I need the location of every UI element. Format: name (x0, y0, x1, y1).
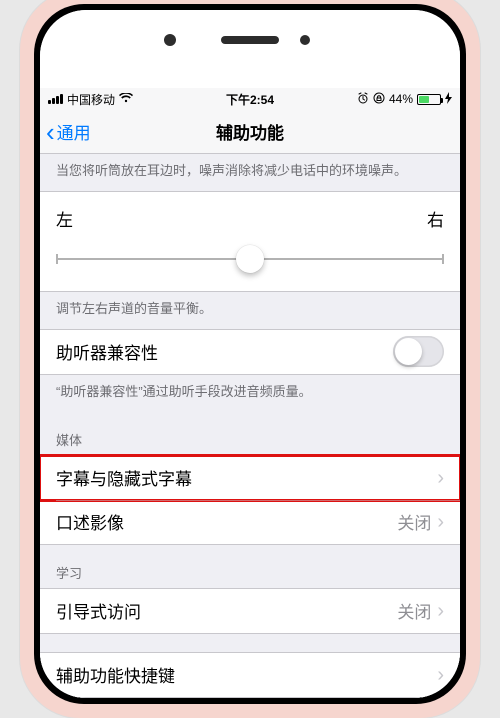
noise-cancel-footer: 当您将听筒放在耳边时，噪声消除将减少电话中的环境噪声。 (40, 154, 460, 191)
chevron-right-icon: › (437, 468, 444, 488)
audio-description-value: 关闭 (397, 509, 431, 534)
alarm-icon (357, 92, 369, 107)
accessibility-shortcut-label: 辅助功能快捷键 (56, 662, 437, 687)
rotation-lock-icon (373, 92, 385, 107)
media-header: 媒体 (40, 412, 460, 455)
hearing-aid-footer: “助听器兼容性”通过助听手段改进音频质量。 (40, 375, 460, 412)
learning-header: 学习 (40, 545, 460, 588)
hearing-aid-label: 助听器兼容性 (56, 339, 393, 364)
earpiece-speaker (221, 36, 279, 44)
accessibility-shortcut-cell[interactable]: 辅助功能快捷键 › (40, 653, 460, 697)
chevron-right-icon: › (437, 665, 444, 685)
back-label: 通用 (57, 119, 91, 144)
charging-icon (445, 92, 452, 107)
phone-top-bezel (40, 10, 460, 88)
subtitles-label: 字幕与隐藏式字幕 (56, 465, 437, 490)
chevron-right-icon: › (437, 512, 444, 532)
chevron-right-icon: › (437, 601, 444, 621)
balance-right-label: 右 (427, 206, 444, 231)
subtitles-cell[interactable]: 字幕与隐藏式字幕 › (40, 456, 460, 500)
wifi-icon (119, 92, 133, 106)
balance-slider[interactable] (56, 245, 444, 273)
phone-frame: 中国移动 下午2:54 44% (20, 0, 480, 718)
hearing-aid-cell[interactable]: 助听器兼容性 (40, 330, 460, 374)
guided-access-label: 引导式访问 (56, 598, 397, 623)
chevron-left-icon: ‹ (46, 121, 55, 143)
screen: 中国移动 下午2:54 44% (40, 88, 460, 698)
proximity-sensor (300, 35, 310, 45)
nav-bar: ‹ 通用 辅助功能 (40, 110, 460, 154)
phone-bezel: 中国移动 下午2:54 44% (34, 4, 466, 704)
audio-description-cell[interactable]: 口述影像 关闭 › (40, 500, 460, 544)
signal-icon (48, 94, 63, 104)
page-title: 辅助功能 (40, 119, 460, 144)
guided-access-cell[interactable]: 引导式访问 关闭 › (40, 589, 460, 633)
status-time: 下午2:54 (183, 91, 318, 108)
slider-thumb[interactable] (236, 245, 264, 273)
battery-icon (417, 94, 441, 105)
audio-description-label: 口述影像 (56, 509, 397, 534)
status-bar: 中国移动 下午2:54 44% (40, 88, 460, 110)
balance-left-label: 左 (56, 206, 73, 231)
front-camera (164, 34, 176, 46)
carrier-label: 中国移动 (67, 91, 115, 108)
guided-access-value: 关闭 (397, 598, 431, 623)
audio-balance-cell: 左 右 (40, 191, 460, 292)
battery-pct: 44% (389, 92, 413, 106)
balance-footer: 调节左右声道的音量平衡。 (40, 292, 460, 329)
back-button[interactable]: ‹ 通用 (46, 119, 91, 144)
hearing-aid-toggle[interactable] (393, 336, 444, 367)
